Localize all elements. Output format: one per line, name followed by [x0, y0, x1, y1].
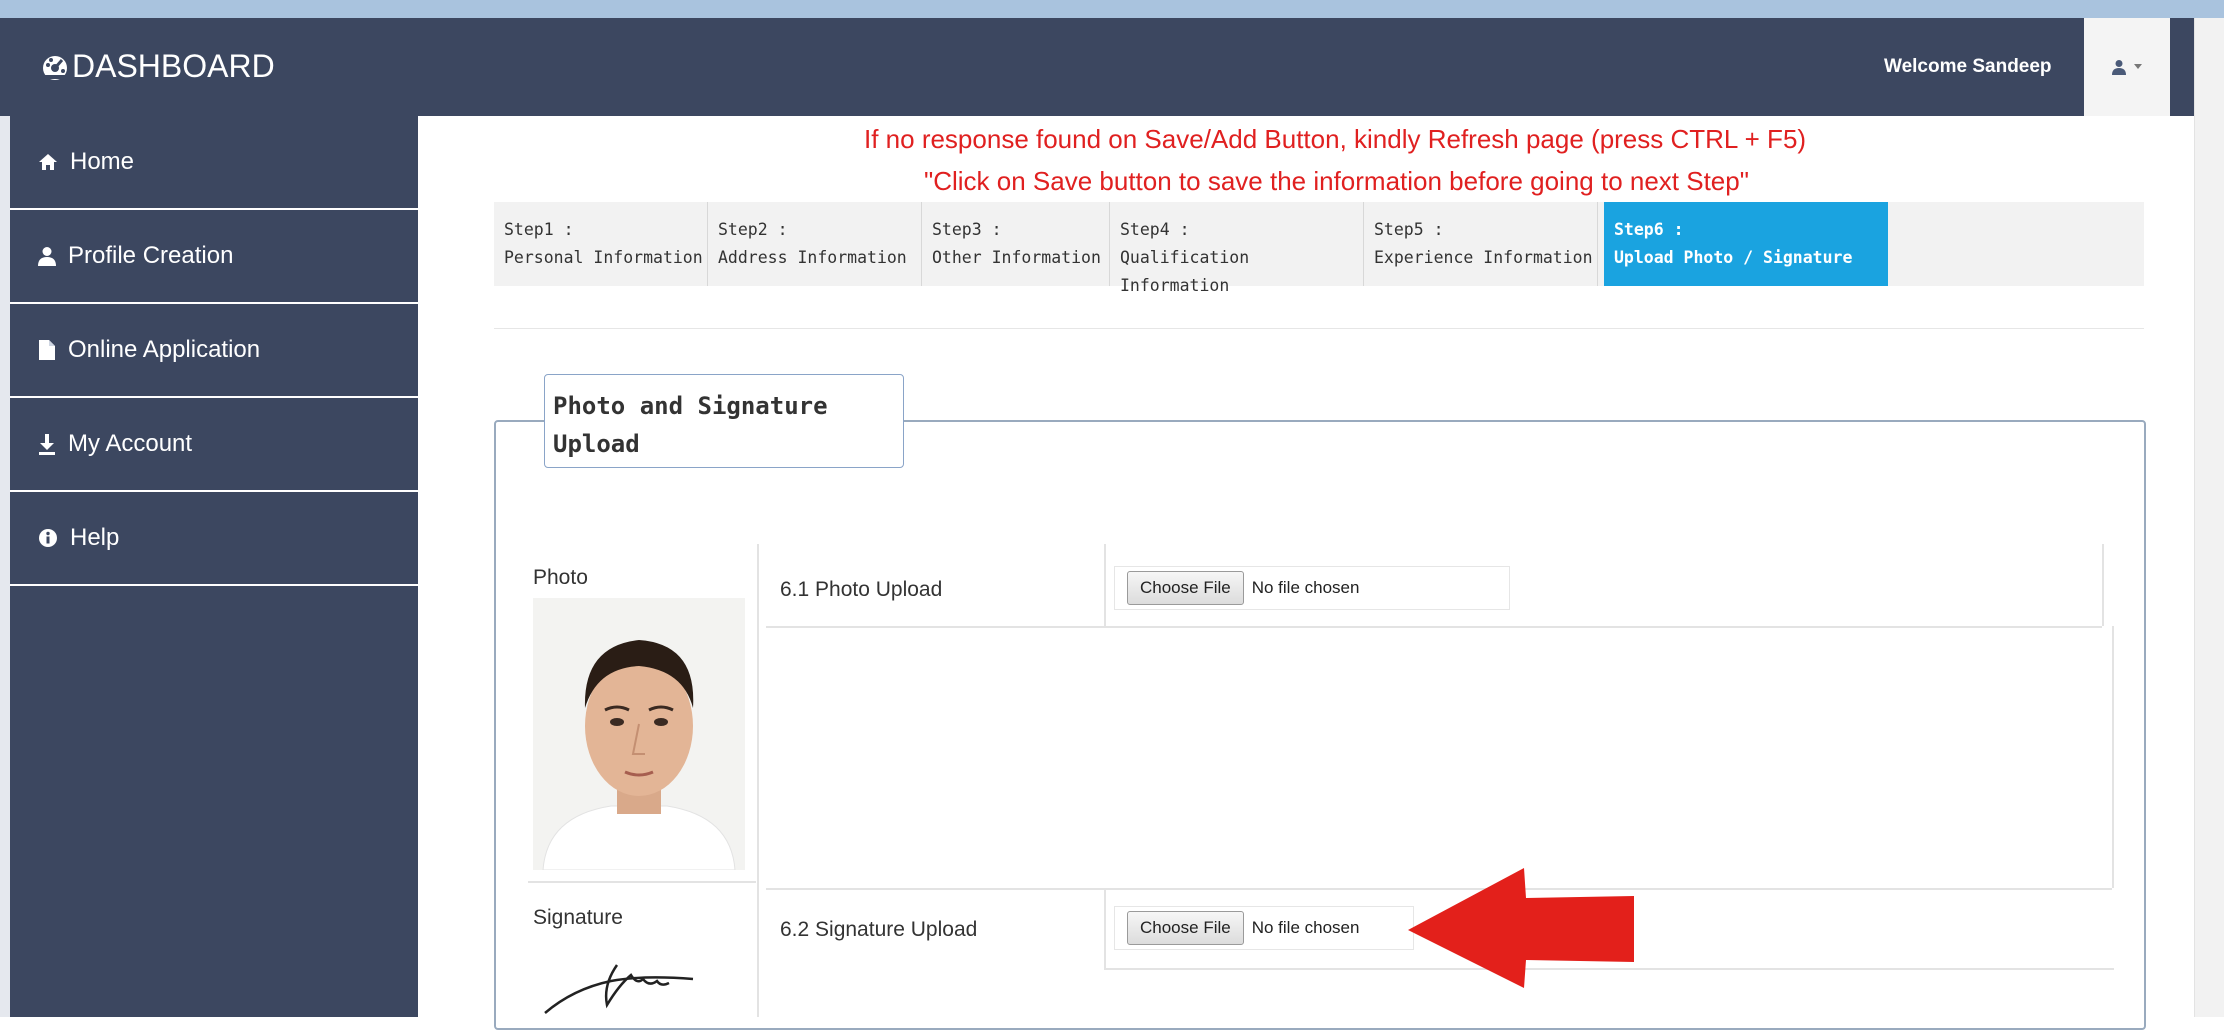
- tab-step3[interactable]: Step3 : Other Information: [922, 202, 1110, 286]
- person-photo: [533, 598, 745, 870]
- signature-file-input[interactable]: Choose File No file chosen: [1114, 906, 1414, 950]
- user-menu-button[interactable]: [2084, 18, 2170, 116]
- step-name: Personal Information: [504, 248, 703, 267]
- section-title-line1: Photo and Signature: [553, 392, 828, 420]
- sidebar-item-label: Profile Creation: [68, 242, 234, 269]
- step-tabs: Step1 : Personal Information Step2 : Add…: [494, 202, 2144, 295]
- table-divider: [757, 544, 759, 1017]
- photo-file-input[interactable]: Choose File No file chosen: [1114, 566, 1510, 610]
- step-name: Address Information: [718, 248, 907, 267]
- step-number: Step2 :: [718, 220, 788, 239]
- download-icon: [39, 434, 55, 455]
- signature-preview: [533, 955, 745, 1017]
- sidebar-item-label: My Account: [68, 430, 193, 457]
- sidebar-item-label: Home: [70, 148, 135, 175]
- red-arrow-annotation: [1408, 868, 1634, 988]
- photo-preview: [533, 598, 745, 870]
- photo-label: Photo: [533, 566, 588, 589]
- tab-step1[interactable]: Step1 : Personal Information: [494, 202, 708, 286]
- tab-step5[interactable]: Step5 : Experience Information: [1364, 202, 1598, 286]
- section-title: Photo and Signature Upload: [544, 374, 904, 468]
- step-number: Step4 :: [1120, 220, 1190, 239]
- refresh-notice: If no response found on Save/Add Button,…: [864, 124, 1807, 154]
- signature-upload-label: 6.2 Signature Upload: [780, 918, 978, 941]
- sidebar-item-help[interactable]: Help: [10, 492, 418, 586]
- sidebar-item-profile-creation[interactable]: Profile Creation: [10, 210, 418, 304]
- signature-file-status: No file chosen: [1251, 918, 1360, 937]
- sidebar-item-my-account[interactable]: My Account: [10, 398, 418, 492]
- signature-image: [544, 964, 694, 1014]
- brand[interactable]: DASHBOARD: [40, 48, 275, 85]
- browser-top-strip: [0, 0, 2224, 18]
- step-number: Step1 :: [504, 220, 574, 239]
- step-name: Qualification Information: [1120, 248, 1250, 295]
- table-divider: [1104, 888, 1106, 970]
- table-divider: [766, 626, 2102, 628]
- top-navbar: DASHBOARD Welcome Sandeep: [0, 18, 2224, 116]
- user-icon: [38, 247, 56, 266]
- photo-upload-label: 6.1 Photo Upload: [780, 578, 943, 601]
- sidebar-item-label: Help: [70, 524, 120, 551]
- page-left-edge: [0, 116, 10, 1017]
- brand-label: DASHBOARD: [72, 48, 275, 84]
- step-name: Upload Photo / Signature: [1614, 248, 1853, 267]
- tab-step4[interactable]: Step4 : Qualification Information: [1110, 202, 1364, 295]
- table-divider: [2112, 626, 2114, 888]
- save-notice: "Click on Save button to save the inform…: [924, 166, 1749, 196]
- step-name: Other Information: [932, 248, 1101, 267]
- tab-step6[interactable]: Step6 : Upload Photo / Signature: [1604, 202, 1888, 286]
- file-icon: [39, 340, 55, 360]
- signature-choose-file-button[interactable]: Choose File: [1127, 911, 1244, 945]
- sidebar-item-label: Online Application: [68, 336, 261, 363]
- section-title-line2: Upload: [553, 430, 640, 458]
- step-name: Experience Information: [1374, 248, 1593, 267]
- photo-choose-file-button[interactable]: Choose File: [1127, 571, 1244, 605]
- table-divider: [528, 881, 756, 883]
- caret-down-icon: [2134, 64, 2142, 69]
- sidebar-item-home[interactable]: Home: [10, 116, 418, 210]
- page-right-edge: [2194, 18, 2224, 1017]
- info-icon: [39, 529, 57, 547]
- home-icon: [39, 154, 57, 170]
- table-divider: [1104, 544, 1106, 626]
- step-number: Step6 :: [1614, 220, 1684, 239]
- sidebar: Home Profile Creation Online Application…: [10, 116, 418, 1017]
- tab-step2[interactable]: Step2 : Address Information: [708, 202, 922, 286]
- welcome-text: Welcome Sandeep: [1884, 56, 2052, 77]
- step-number: Step3 :: [932, 220, 1002, 239]
- sidebar-item-online-application[interactable]: Online Application: [10, 304, 418, 398]
- table-divider: [2102, 544, 2104, 626]
- user-icon: [2112, 60, 2126, 75]
- photo-file-status: No file chosen: [1251, 578, 1360, 597]
- divider: [494, 328, 2144, 329]
- step-number: Step5 :: [1374, 220, 1444, 239]
- signature-label: Signature: [533, 906, 623, 929]
- dashboard-icon: [43, 55, 67, 80]
